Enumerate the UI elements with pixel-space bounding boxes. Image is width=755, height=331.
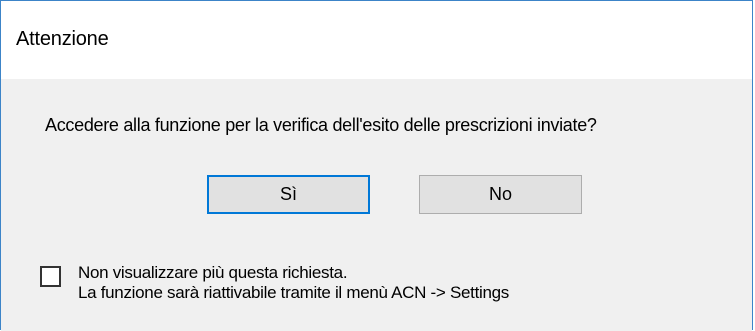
checkbox-label-line1: Non visualizzare più questa richiesta.	[78, 263, 348, 282]
yes-button[interactable]: Sì	[207, 175, 370, 214]
dont-show-again-checkbox[interactable]	[40, 266, 61, 287]
dialog-title: Attenzione	[16, 28, 109, 50]
checkbox-label-line2: La funzione sarà riattivabile tramite il…	[78, 283, 509, 302]
confirmation-dialog: Attenzione Accedere alla funzione per la…	[0, 0, 753, 331]
dont-show-again-label[interactable]: Non visualizzare più questa richiesta. L…	[78, 263, 509, 303]
no-button[interactable]: No	[419, 175, 582, 214]
title-bar[interactable]: Attenzione	[1, 1, 752, 79]
dialog-content: Accedere alla funzione per la verifica d…	[1, 79, 752, 331]
dialog-message: Accedere alla funzione per la verifica d…	[45, 115, 597, 135]
